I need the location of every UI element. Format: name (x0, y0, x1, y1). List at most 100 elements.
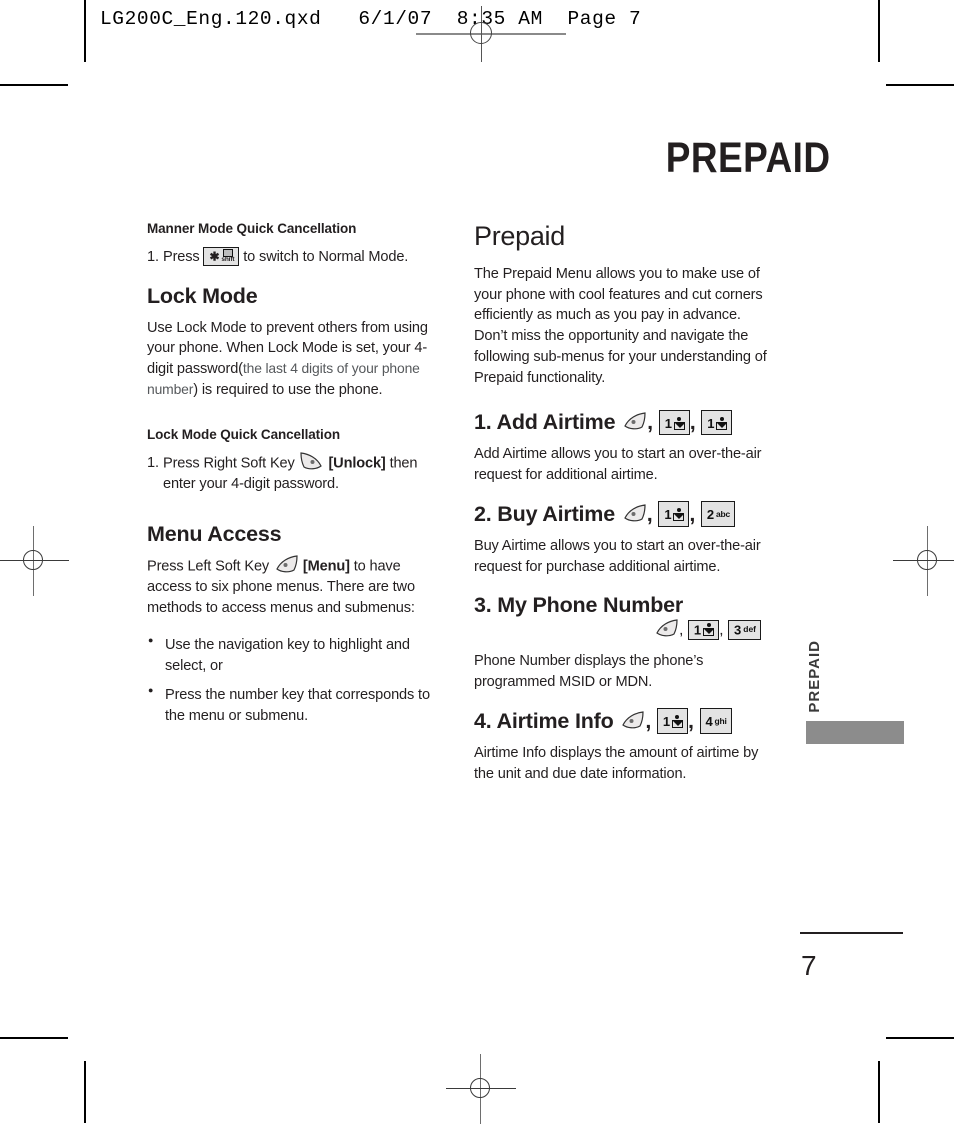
lock-mode-heading: Lock Mode (147, 283, 258, 308)
left-soft-key-icon (273, 554, 299, 575)
key-letters: abc (715, 509, 730, 520)
menu-access-text-before: Press Left Soft Key (147, 558, 270, 575)
key-3: 3 def (728, 619, 761, 640)
left-soft-key-icon (621, 411, 647, 432)
menu-access-body: Press Left Soft Key [Menu] to have acces… (147, 554, 443, 619)
voicemail-icon (703, 623, 715, 637)
key-1: 1 (658, 501, 690, 527)
voicemail-icon (673, 508, 685, 522)
crop-mark-top-left-h (0, 84, 68, 86)
section-body: Airtime Info displays the amount of airt… (474, 744, 759, 782)
key-digit: 1 (664, 507, 672, 523)
section-heading-text: 4. Airtime Info (474, 708, 614, 733)
menu-access-heading: Menu Access (147, 522, 282, 547)
crop-mark-top-right-v (878, 0, 880, 62)
section-heading: 1. Add Airtime , 1, 1 (474, 409, 769, 436)
prepaid-section: 3. My Phone Number, 1, 3 def Phone Number … (474, 593, 769, 692)
key-1: 1 (658, 409, 690, 436)
voicemail-icon (716, 416, 728, 430)
right-soft-key-icon (299, 451, 325, 472)
step-text-after: to switch to Normal Mode. (243, 249, 409, 265)
section-heading-text: 1. Add Airtime (474, 410, 616, 435)
running-head: PREPAID (665, 134, 830, 182)
key-1: 1 (687, 619, 720, 640)
prepaid-section: 2. Buy Airtime , 1, 2 abc Buy Airtime allo… (474, 501, 769, 578)
shift-key-label: shift (221, 255, 235, 263)
key-2: 2 abc (700, 501, 735, 527)
step-text-before: Press Right Soft Key (163, 454, 295, 471)
crop-mark-bottom-left-v (84, 1061, 86, 1123)
crop-mark-bottom-right-v (878, 1061, 880, 1123)
key-digit: 1 (664, 415, 672, 431)
asterisk-icon: ✱ (209, 249, 220, 264)
section-body: Add Airtime allows you to start an over-… (474, 446, 762, 484)
key-separator: , (646, 501, 653, 526)
registration-mark-left (0, 526, 69, 596)
key-digit: 1 (693, 622, 702, 638)
registration-mark-top (416, 6, 566, 62)
prepaid-section: 1. Add Airtime , 1, 1 Add Airtime allows … (474, 409, 769, 486)
section-body: Buy Airtime allows you to start an over-… (474, 537, 761, 575)
voicemail-icon (671, 715, 683, 729)
page-title: Prepaid (474, 221, 565, 251)
folio-rule (800, 932, 903, 934)
key-separator: , (645, 708, 652, 733)
key-digit: 1 (707, 415, 715, 431)
page-number: 7 (801, 950, 817, 981)
prepaid-section: 4. Airtime Info , 1, 4 ghi Airtime Info di… (474, 708, 769, 785)
left-soft-key-icon (621, 503, 647, 524)
key-separator: , (689, 410, 696, 435)
key-digit: 1 (662, 714, 670, 730)
key-1: 1 (656, 708, 688, 734)
menu-access-bullet-list: Use the navigation key to highlight and … (147, 634, 443, 727)
crop-mark-top-left-v (84, 0, 86, 62)
key-separator: , (678, 622, 684, 640)
menu-bracket-label: [Menu] (302, 558, 350, 575)
crop-mark-top-right-h (886, 84, 954, 86)
left-column: Manner Mode Quick Cancellation 1. Press … (147, 221, 443, 736)
list-item: Use the navigation key to highlight and … (147, 634, 443, 676)
key-4: 4 ghi (699, 708, 732, 734)
key-separator: , (687, 708, 694, 733)
section-heading: 2. Buy Airtime , 1, 2 abc (474, 501, 769, 528)
key-separator: , (689, 501, 696, 526)
section-heading: 4. Airtime Info , 1, 4 ghi (474, 708, 769, 735)
lock-mode-body: Use Lock Mode to prevent others from usi… (147, 318, 443, 401)
key-letters: def (743, 624, 756, 635)
key-digit: 2 (706, 507, 714, 523)
registration-mark-right (893, 526, 954, 596)
lock-quick-heading: Lock Mode Quick Cancellation (147, 426, 340, 442)
section-heading-text: 2. Buy Airtime (474, 501, 615, 526)
left-soft-key-icon (619, 710, 645, 731)
lock-quick-step: 1. Press Right Soft Key [Unlock] then en… (147, 451, 443, 495)
prepaid-intro: The Prepaid Menu allows you to make use … (474, 266, 767, 386)
step-text-before: Press (163, 249, 200, 265)
key-separator: , (647, 410, 653, 435)
manner-mode-heading: Manner Mode Quick Cancellation (147, 221, 357, 236)
voicemail-icon (673, 416, 685, 430)
section-key-row: , 1, 3 def (474, 618, 769, 641)
section-body: Phone Number displays the phone’s progra… (474, 653, 704, 691)
qxd-file-strip: LG200C_Eng.120.qxd 6/1/07 8:35 AM Page 7 (100, 8, 642, 30)
key-digit: 3 (734, 622, 742, 638)
prepaid-sections: 1. Add Airtime , 1, 1 Add Airtime allows … (474, 409, 769, 785)
left-soft-key-icon (653, 618, 679, 639)
right-column: Prepaid The Prepaid Menu allows you to m… (474, 221, 769, 800)
key-separator: , (719, 622, 724, 640)
key-1: 1 (701, 409, 733, 436)
key-digit: 4 (705, 714, 713, 730)
section-heading-text: 3. My Phone Number (474, 593, 684, 618)
crop-mark-bottom-left-h (0, 1037, 68, 1039)
thumb-tab-label: PREPAID (806, 640, 823, 713)
section-heading: 3. My Phone Number (474, 593, 769, 618)
key-letters: ghi (714, 716, 727, 727)
crop-mark-bottom-right-h (886, 1037, 954, 1039)
star-shift-key: ✱ shift (203, 246, 240, 266)
unlock-bracket-label: [Unlock] (328, 454, 386, 471)
registration-mark-bottom (446, 1054, 516, 1124)
lock-mode-body-part2: ) is required to use the phone. (193, 381, 383, 398)
list-item: Press the number key that corresponds to… (147, 684, 443, 726)
step-number: 1. (147, 249, 159, 265)
thumb-tab-bar (806, 721, 904, 744)
manner-mode-step: 1. Press ✱ shift to switch to Normal Mode… (147, 246, 443, 268)
